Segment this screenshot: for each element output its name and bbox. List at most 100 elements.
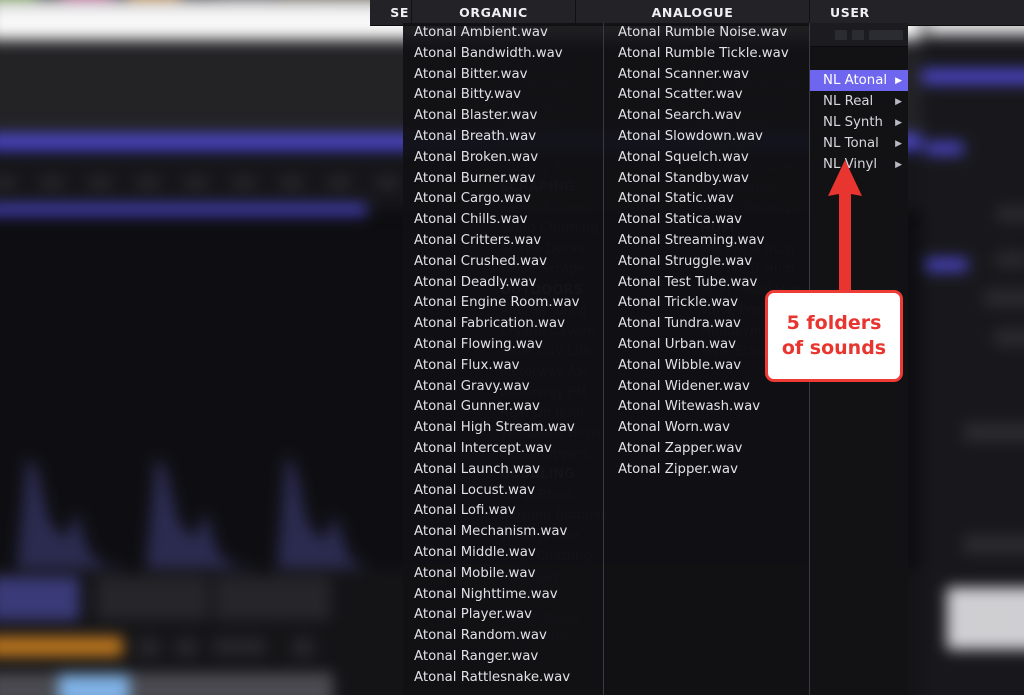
device-field-a — [212, 637, 267, 656]
screenshot-root: Soda StreamFrying EggsIce CrispiesIce Pa… — [0, 0, 1024, 695]
submenu-arrow-icon: ▶ — [895, 75, 902, 86]
rack-cell-4 — [994, 329, 1024, 346]
file-list-item[interactable]: Atonal Flowing.wav — [403, 335, 603, 356]
param-chip — [869, 29, 903, 40]
file-list-item[interactable]: Atonal Middle.wav — [403, 543, 603, 564]
submenu-arrow-icon: ▶ — [895, 138, 902, 149]
file-list-item[interactable]: Atonal Statica.wav — [604, 210, 810, 231]
file-list-item[interactable]: Atonal Gunner.wav — [403, 397, 603, 418]
file-list-item[interactable]: Atonal Mobile.wav — [403, 564, 603, 585]
user-folder-item[interactable]: NL Real ▶ — [810, 91, 908, 112]
file-list-item[interactable]: Atonal Scanner.wav — [604, 65, 810, 86]
user-folder-item[interactable]: NL Tonal ▶ — [810, 133, 908, 154]
file-list-item[interactable]: Atonal Ambient.wav — [403, 23, 603, 44]
rack-blue-row-1 — [921, 69, 1024, 84]
file-list-item[interactable]: Atonal Random.wav — [403, 626, 603, 647]
device-slot-1 — [96, 576, 209, 621]
daw-status-highlight — [58, 674, 130, 695]
file-list-item[interactable]: Atonal Ranger.wav — [403, 647, 603, 668]
user-folder-label: NL Real — [823, 94, 874, 109]
track-knob — [376, 178, 398, 187]
file-list-item[interactable]: Atonal Gravy.wav — [403, 377, 603, 398]
waveform-shape — [145, 457, 271, 571]
daw-status-strip — [0, 672, 334, 695]
annotation-callout: 5 folders of sounds — [765, 290, 903, 382]
file-list-item[interactable]: Atonal Lofi.wav — [403, 501, 603, 522]
file-list-item[interactable]: Atonal Locust.wav — [403, 481, 603, 502]
device-slot-blue — [0, 576, 80, 621]
track-knob — [185, 178, 207, 187]
file-list-item[interactable]: Atonal Bandwidth.wav — [403, 44, 603, 65]
file-list-item[interactable]: Atonal Witewash.wav — [604, 397, 810, 418]
file-list-item[interactable]: Atonal Bitter.wav — [403, 65, 603, 86]
rack-cell-3 — [984, 289, 1024, 307]
file-list-item[interactable]: Atonal Search.wav — [604, 106, 810, 127]
file-list-item[interactable]: Atonal Rumble Tickle.wav — [604, 44, 810, 65]
column-header-analogue[interactable]: ANALOGUE — [576, 0, 810, 25]
file-list-item[interactable]: Atonal Streaming.wav — [604, 231, 810, 252]
device-title-orange — [0, 636, 124, 657]
waveform-shape — [16, 457, 142, 571]
waveform-shape — [276, 454, 371, 571]
file-list-item[interactable]: Atonal Zapper.wav — [604, 439, 810, 460]
file-list-item[interactable]: Atonal Launch.wav — [403, 460, 603, 481]
param-chip — [852, 29, 864, 40]
track-knob — [328, 178, 350, 187]
track-knob — [281, 178, 302, 187]
file-list-item[interactable]: Atonal Rumble Noise.wav — [604, 23, 810, 44]
file-list-item[interactable]: Atonal Breath.wav — [403, 127, 603, 148]
file-list-item[interactable]: Atonal Standby.wav — [604, 169, 810, 190]
file-list-item[interactable]: Atonal Worn.wav — [604, 418, 810, 439]
daw-secondary-clip-bar — [0, 204, 367, 215]
file-list-item[interactable]: Atonal Struggle.wav — [604, 252, 810, 273]
file-list-column-1[interactable]: Atonal Ambient.wav Atonal Bandwidth.wav At… — [403, 23, 603, 695]
rack-blue-row-2 — [925, 142, 964, 155]
user-folder-item[interactable]: NL Atonal ▶ — [810, 70, 908, 91]
device-slot-2 — [214, 576, 332, 621]
rack-cell-light — [946, 587, 1024, 650]
file-list-item[interactable]: Atonal Burner.wav — [403, 169, 603, 190]
column-header-organic[interactable]: ORGANIC — [412, 0, 576, 25]
submenu-arrow-icon: ▶ — [895, 117, 902, 128]
track-knob — [233, 178, 255, 187]
param-chip — [835, 29, 847, 40]
file-list-item[interactable]: Atonal Broken.wav — [403, 148, 603, 169]
user-folder-item[interactable]: NL Synth ▶ — [810, 112, 908, 133]
file-list-item[interactable]: Atonal Bitty.wav — [403, 85, 603, 106]
file-list-item[interactable]: Atonal Fabrication.wav — [403, 314, 603, 335]
file-list-item[interactable]: Atonal Squelch.wav — [604, 148, 810, 169]
user-folder-list[interactable]: NL Atonal ▶ NL Real ▶ NL Synth ▶ NL Tonal ▶ NL V… — [810, 47, 908, 175]
file-list-item[interactable]: Atonal Engine Room.wav — [403, 293, 603, 314]
file-list-item[interactable]: Atonal Chills.wav — [403, 210, 603, 231]
file-list-item[interactable]: Atonal High Stream.wav — [403, 418, 603, 439]
user-folder-label: NL Vinyl — [823, 157, 878, 172]
annotation-line-1: 5 folders — [786, 312, 882, 334]
submenu-arrow-icon: ▶ — [895, 96, 902, 107]
file-list-item[interactable]: Atonal Critters.wav — [403, 231, 603, 252]
file-list-item[interactable]: Atonal Cargo.wav — [403, 189, 603, 210]
user-folder-item[interactable]: NL Vinyl ▶ — [810, 154, 908, 175]
column-header-user[interactable]: USER — [810, 0, 920, 25]
file-list-item[interactable]: Atonal Rattlesnake.wav — [403, 668, 603, 689]
annotation-line-2: of sounds — [781, 337, 887, 359]
file-list-item[interactable]: Atonal Crushed.wav — [403, 252, 603, 273]
file-list-item[interactable]: Atonal Intercept.wav — [403, 439, 603, 460]
rack-cell-5 — [963, 422, 1024, 442]
file-list-item[interactable]: Atonal Scatter.wav — [604, 85, 810, 106]
file-list-item[interactable]: Atonal Nighttime.wav — [403, 585, 603, 606]
file-list-item[interactable]: Atonal Static.wav — [604, 189, 810, 210]
file-list-item[interactable]: Atonal Mechanism.wav — [403, 522, 603, 543]
file-list-item[interactable]: Atonal Blaster.wav — [403, 106, 603, 127]
file-list-item[interactable]: Atonal Deadly.wav — [403, 273, 603, 294]
track-knob — [89, 178, 111, 187]
file-list-item[interactable]: Atonal Flux.wav — [403, 356, 603, 377]
file-list-item[interactable]: Atonal Zipper.wav — [604, 460, 810, 481]
submenu-arrow-icon: ▶ — [895, 159, 902, 170]
device-knob-a — [137, 637, 161, 658]
rack-cell-2 — [996, 252, 1024, 267]
column-header-se[interactable]: SE — [370, 0, 412, 25]
rack-cell-6 — [963, 535, 1024, 554]
file-list-item[interactable]: Atonal Player.wav — [403, 605, 603, 626]
track-knob — [41, 178, 63, 187]
file-list-item[interactable]: Atonal Slowdown.wav — [604, 127, 810, 148]
